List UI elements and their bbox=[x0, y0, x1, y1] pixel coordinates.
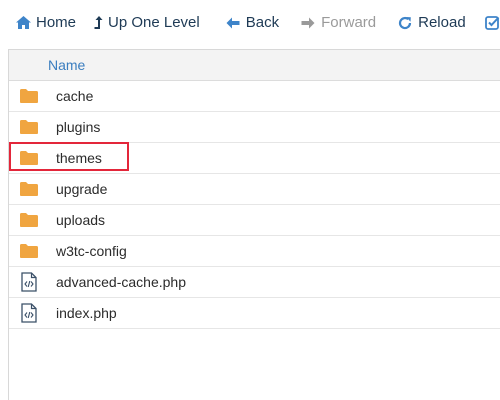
file-list: cache plugins themes upgrade uploads w3tc-con… bbox=[9, 81, 500, 329]
file-manager: Home Up One Level Back Forward Reload Na… bbox=[0, 0, 500, 400]
folder-icon bbox=[19, 117, 39, 137]
folder-icon bbox=[19, 86, 39, 106]
file-name: advanced-cache.php bbox=[56, 274, 186, 290]
folder-name: themes bbox=[56, 150, 102, 166]
check-square-icon bbox=[484, 14, 500, 32]
file-list-panel: Name cache plugins themes upgrade uploads w3t… bbox=[8, 49, 500, 400]
file-row[interactable]: index.php bbox=[9, 298, 500, 329]
arrow-left-icon bbox=[224, 14, 242, 32]
forward-label: Forward bbox=[321, 14, 377, 31]
folder-row[interactable]: plugins bbox=[9, 112, 500, 143]
folder-row[interactable]: themes bbox=[9, 142, 500, 174]
folder-icon bbox=[19, 241, 39, 261]
home-label: Home bbox=[36, 14, 77, 31]
forward-button[interactable]: Forward bbox=[293, 11, 382, 35]
back-button[interactable]: Back bbox=[218, 11, 285, 35]
folder-icon bbox=[19, 148, 39, 168]
level-up-icon bbox=[94, 14, 104, 32]
code-file-icon bbox=[19, 272, 39, 292]
home-button[interactable]: Home bbox=[8, 11, 82, 35]
folder-name: uploads bbox=[56, 212, 106, 228]
folder-name: cache bbox=[56, 88, 94, 104]
back-label: Back bbox=[245, 14, 280, 31]
home-icon bbox=[14, 14, 32, 32]
toolbar: Home Up One Level Back Forward Reload bbox=[8, 4, 500, 41]
folder-name: upgrade bbox=[56, 181, 108, 197]
up-one-level-label: Up One Level bbox=[108, 14, 200, 31]
file-list-header: Name bbox=[9, 50, 500, 81]
file-name: index.php bbox=[56, 305, 117, 321]
folder-name: w3tc-config bbox=[56, 243, 127, 259]
select-all-checkbox[interactable] bbox=[478, 11, 500, 35]
reload-label: Reload bbox=[418, 14, 466, 31]
arrow-right-icon bbox=[299, 14, 317, 32]
folder-row[interactable]: uploads bbox=[9, 205, 500, 236]
reload-button[interactable]: Reload bbox=[390, 11, 472, 35]
folder-icon bbox=[19, 210, 39, 230]
up-one-level-button[interactable]: Up One Level bbox=[88, 11, 206, 35]
file-row[interactable]: advanced-cache.php bbox=[9, 267, 500, 298]
name-column-header[interactable]: Name bbox=[48, 57, 85, 73]
folder-icon bbox=[19, 179, 39, 199]
folder-row[interactable]: w3tc-config bbox=[9, 236, 500, 267]
folder-row[interactable]: cache bbox=[9, 81, 500, 112]
folder-name: plugins bbox=[56, 119, 101, 135]
folder-row[interactable]: upgrade bbox=[9, 174, 500, 205]
reload-icon bbox=[396, 14, 414, 32]
code-file-icon bbox=[19, 303, 39, 323]
